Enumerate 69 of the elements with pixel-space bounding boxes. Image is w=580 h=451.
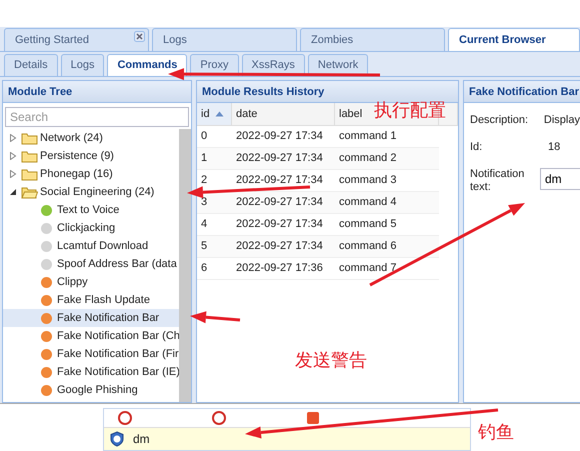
tree-item[interactable]: Spoof Address Bar (data (57, 258, 177, 270)
table-cell-text: command 2 (338, 151, 398, 166)
search-field[interactable]: Search (5, 107, 189, 127)
table-cell-text: command 3 (338, 173, 398, 188)
table-cell-text: 3 (200, 195, 208, 210)
tree-item[interactable]: Fake Flash Update (57, 294, 150, 306)
tree-item[interactable]: Fake Notification Bar (IE) (57, 366, 179, 378)
table-cell-text: 2022-09-27 17:34 (235, 151, 324, 166)
folder-icon (21, 132, 38, 144)
input-field[interactable]: dm (540, 168, 580, 190)
tree-item[interactable]: Persistence (9) (40, 150, 114, 162)
annotation-text: 钓鱼 (478, 421, 514, 444)
table-cell-text: 5 (200, 239, 208, 254)
tree-item[interactable]: Clippy (57, 276, 88, 288)
tree-item[interactable]: Lcamtuf Download (57, 240, 148, 252)
field-label: Description: (470, 114, 530, 127)
field-label: Id: (470, 141, 484, 154)
tree-item[interactable]: Google Phishing (57, 384, 138, 396)
table-cell-text: command 5 (338, 217, 398, 232)
table-cell-text: command 7 (338, 261, 398, 276)
table-cell-text: 2022-09-27 17:34 (235, 129, 324, 144)
bookmark-icon (118, 411, 132, 425)
field-value: Display (544, 114, 580, 126)
tab[interactable]: Details (4, 54, 58, 76)
notification-text: dm (133, 432, 150, 446)
column-header[interactable]: label (339, 108, 362, 125)
table-cell-text: 2022-09-27 17:34 (235, 195, 324, 210)
tab[interactable]: Zombies (300, 28, 445, 51)
table-cell-text: command 4 (338, 195, 398, 210)
table-cell-text: 2022-09-27 17:34 (235, 217, 324, 232)
table-cell-text: 2022-09-27 17:36 (235, 261, 324, 276)
bookmark-icon (306, 411, 320, 425)
column-header[interactable]: date (236, 108, 258, 125)
tree-item[interactable]: Fake Notification Bar (Ch (57, 330, 179, 342)
panel-title: Fake Notification Bar (464, 81, 580, 103)
field-value: 18 (548, 141, 560, 153)
tree-item[interactable]: Fake Notification Bar (57, 312, 160, 324)
tab[interactable]: Logs (152, 28, 297, 51)
panel-title: Module Tree (3, 81, 191, 103)
table-cell-text: 2022-09-27 17:34 (235, 239, 324, 254)
column-header[interactable]: id (197, 103, 232, 125)
table-cell-text: 2022-09-27 17:34 (235, 173, 324, 188)
scrollbar[interactable] (179, 129, 191, 402)
tab[interactable]: Commands (107, 54, 188, 76)
tree-item[interactable]: Fake Notification Bar (Fir (57, 348, 179, 360)
table-cell-text: 6 (200, 261, 208, 276)
tree-item[interactable]: Text to Voice (57, 204, 120, 216)
table-cell-text: 1 (200, 151, 208, 166)
tree-item[interactable]: Clickjacking (57, 222, 116, 234)
shield-icon (109, 431, 125, 447)
table-cell-text: command 1 (338, 129, 398, 144)
open-folder-icon (21, 186, 38, 198)
table-cell-text: 2 (200, 173, 208, 188)
tree-item[interactable]: Social Engineering (24) (40, 186, 154, 198)
folder-icon (21, 168, 38, 180)
sort-arrow-icon (214, 111, 224, 117)
table-cell-text: command 6 (338, 239, 398, 254)
arrow (190, 311, 240, 324)
bookmark-icon (212, 411, 226, 425)
tab[interactable]: Current Browser (448, 28, 580, 51)
tree-item[interactable]: Phonegap (16) (40, 168, 113, 180)
table-cell-text: 0 (200, 129, 208, 144)
annotation-text: 发送警告 (295, 349, 367, 372)
table-cell-text: 4 (200, 217, 208, 232)
tab[interactable]: Getting Started (4, 28, 149, 51)
tab[interactable]: Logs (60, 54, 104, 76)
folder-icon (21, 150, 38, 162)
field-label: Notification text: (470, 168, 526, 194)
tree-item[interactable]: Network (24) (40, 132, 103, 144)
